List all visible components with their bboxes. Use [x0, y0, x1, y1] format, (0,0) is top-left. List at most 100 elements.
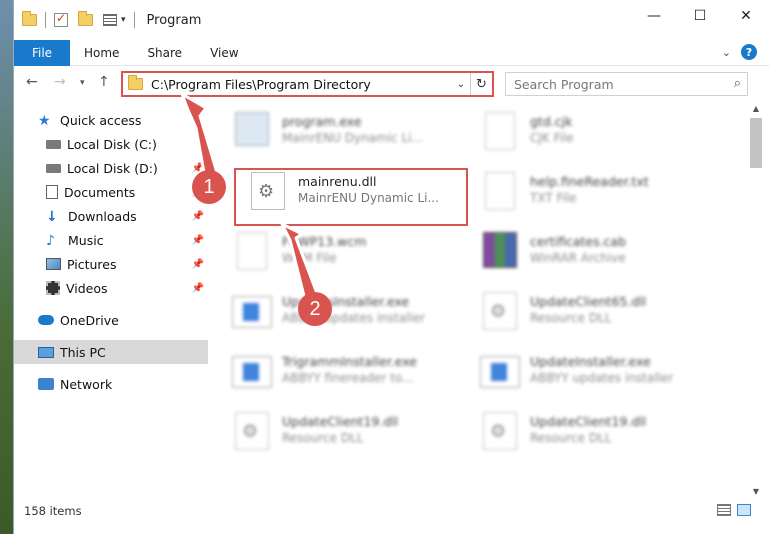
file-name: UpdateInstaller.exe: [530, 354, 651, 369]
customize-icon[interactable]: [103, 14, 117, 26]
new-folder-icon[interactable]: [78, 11, 93, 26]
file-type: MainrENU Dynamic Li...: [282, 131, 423, 145]
file-thumbnail: [480, 172, 520, 212]
file-type: Resource DLL: [282, 431, 364, 445]
sidebar-item-local-disk-d[interactable]: Local Disk (D:) 📌: [14, 156, 208, 180]
sidebar-item-videos[interactable]: Videos 📌: [14, 276, 208, 300]
file-name: TrigrammInstaller.exe: [282, 354, 417, 369]
scroll-down-icon[interactable]: ▼: [749, 487, 763, 496]
window-controls: — ☐ ✕: [631, 0, 769, 32]
maximize-button[interactable]: ☐: [677, 0, 723, 32]
star-icon: ★: [38, 113, 51, 129]
pin-icon[interactable]: 📌: [192, 259, 204, 270]
tab-view[interactable]: View: [196, 46, 252, 60]
step-1-badge: 1: [192, 170, 226, 204]
file-item[interactable]: UpdateClient19.dll Resource DLL: [232, 410, 462, 460]
file-thumbnail: [232, 292, 272, 332]
file-name: program.exe: [282, 114, 362, 129]
search-icon[interactable]: ⌕: [734, 76, 741, 91]
file-thumbnail: [480, 112, 520, 152]
window-title: Program: [146, 12, 202, 28]
sidebar-item-label: Network: [60, 376, 113, 392]
recent-locations-icon[interactable]: ▾: [80, 78, 85, 88]
sidebar-item-documents[interactable]: Documents 📌: [14, 180, 208, 204]
sidebar-item-label: Videos: [66, 280, 108, 296]
pin-icon[interactable]: 📌: [192, 235, 204, 246]
sidebar-item-local-disk-c[interactable]: Local Disk (C:): [14, 132, 208, 156]
dll-gear-icon: [235, 412, 269, 450]
file-item[interactable]: TrigrammInstaller.exe ABBYY finereader to…: [232, 350, 462, 400]
file-item[interactable]: UpdatesInstaller.exe ABBYY updates instal…: [232, 290, 462, 340]
file-item[interactable]: certificates.cab WinRAR Archive: [480, 230, 710, 280]
sidebar-item-label: Documents: [64, 184, 136, 200]
file-type: Resource DLL: [530, 431, 612, 445]
large-icons-view-icon[interactable]: [737, 504, 751, 516]
quick-access-toolbar: ▾: [14, 11, 139, 28]
highlight-box: [234, 168, 468, 226]
file-item[interactable]: FRWP13.wcm WCM File: [232, 230, 462, 280]
title-bar: ▾ Program — ☐ ✕: [14, 0, 769, 40]
details-view-icon[interactable]: [717, 504, 731, 516]
back-arrow-icon[interactable]: ←: [26, 74, 38, 90]
address-row: ← → ▾ ↑ C:\Program Files\Program Directo…: [14, 66, 769, 102]
dll-gear-icon: [483, 412, 517, 450]
installer-icon: [232, 356, 272, 388]
file-name: UpdateClient19.dll: [530, 414, 647, 429]
help-icon[interactable]: ?: [741, 44, 757, 60]
file-type: WinRAR Archive: [530, 251, 626, 265]
address-bar[interactable]: C:\Program Files\Program Directory ⌄ ↻: [121, 71, 494, 97]
file-item[interactable]: gtd.cjk CJK File: [480, 110, 710, 160]
cloud-icon: [38, 315, 54, 325]
chevron-down-icon[interactable]: ▾: [121, 15, 126, 25]
scrollbar-thumb[interactable]: [750, 118, 762, 168]
refresh-icon[interactable]: ↻: [470, 73, 492, 95]
sidebar-item-music[interactable]: ♪ Music 📌: [14, 228, 208, 252]
tab-home[interactable]: Home: [70, 46, 133, 60]
vertical-scrollbar[interactable]: ▲ ▼: [749, 104, 763, 496]
file-name: FRWP13.wcm: [282, 234, 367, 249]
scroll-up-icon[interactable]: ▲: [749, 104, 763, 113]
sidebar-item-label: Music: [68, 232, 104, 248]
up-arrow-icon[interactable]: ↑: [98, 74, 110, 90]
tab-file[interactable]: File: [14, 39, 70, 66]
sidebar-item-label: This PC: [60, 344, 106, 360]
file-item[interactable]: help.fineReader.txt TXT File: [480, 170, 710, 220]
sidebar-item-label: Local Disk (C:): [67, 136, 157, 152]
file-name: UpdateClient65.dll: [530, 294, 647, 309]
tab-share[interactable]: Share: [133, 46, 196, 60]
file-thumbnail: [232, 352, 272, 392]
sidebar-item-downloads[interactable]: ↓ Downloads 📌: [14, 204, 208, 228]
minimize-button[interactable]: —: [631, 0, 677, 32]
navigation-pane: ★ Quick access Local Disk (C:) Local Dis…: [14, 104, 208, 494]
properties-check-icon[interactable]: [54, 11, 68, 27]
documents-icon: [46, 185, 58, 199]
file-item[interactable]: program.exe MainrENU Dynamic Li...: [232, 110, 462, 160]
file-thumbnail: [480, 352, 520, 392]
pin-icon[interactable]: 📌: [192, 283, 204, 294]
sidebar-item-pictures[interactable]: Pictures 📌: [14, 252, 208, 276]
search-input[interactable]: Search Program ⌕: [505, 72, 748, 96]
file-item[interactable]: UpdateInstaller.exe ABBYY updates install…: [480, 350, 710, 400]
chevron-down-icon[interactable]: ⌄: [452, 79, 470, 90]
file-item[interactable]: UpdateClient19.dll Resource DLL: [480, 410, 710, 460]
document-icon: [485, 172, 515, 210]
close-button[interactable]: ✕: [723, 0, 769, 32]
download-icon: ↓: [46, 209, 58, 225]
pin-icon[interactable]: 📌: [192, 211, 204, 222]
disk-icon: [46, 139, 61, 149]
sidebar-item-label: Local Disk (D:): [67, 160, 158, 176]
search-placeholder: Search Program: [514, 76, 614, 92]
file-thumbnail: [232, 112, 272, 152]
exe-file-icon: [235, 112, 269, 146]
file-item[interactable]: UpdateClient65.dll Resource DLL: [480, 290, 710, 340]
address-path[interactable]: C:\Program Files\Program Directory: [151, 77, 452, 92]
sidebar-item-quick-access[interactable]: ★ Quick access: [14, 108, 208, 132]
expand-ribbon-icon[interactable]: ⌄: [722, 46, 731, 59]
sidebar-item-network[interactable]: Network: [14, 372, 208, 396]
file-name: gtd.cjk: [530, 114, 573, 129]
sidebar-item-this-pc[interactable]: This PC: [14, 340, 208, 364]
forward-arrow-icon[interactable]: →: [54, 74, 66, 90]
sidebar-item-onedrive[interactable]: OneDrive: [14, 308, 208, 332]
folder-icon: [22, 11, 37, 26]
file-thumbnail: [480, 292, 520, 332]
